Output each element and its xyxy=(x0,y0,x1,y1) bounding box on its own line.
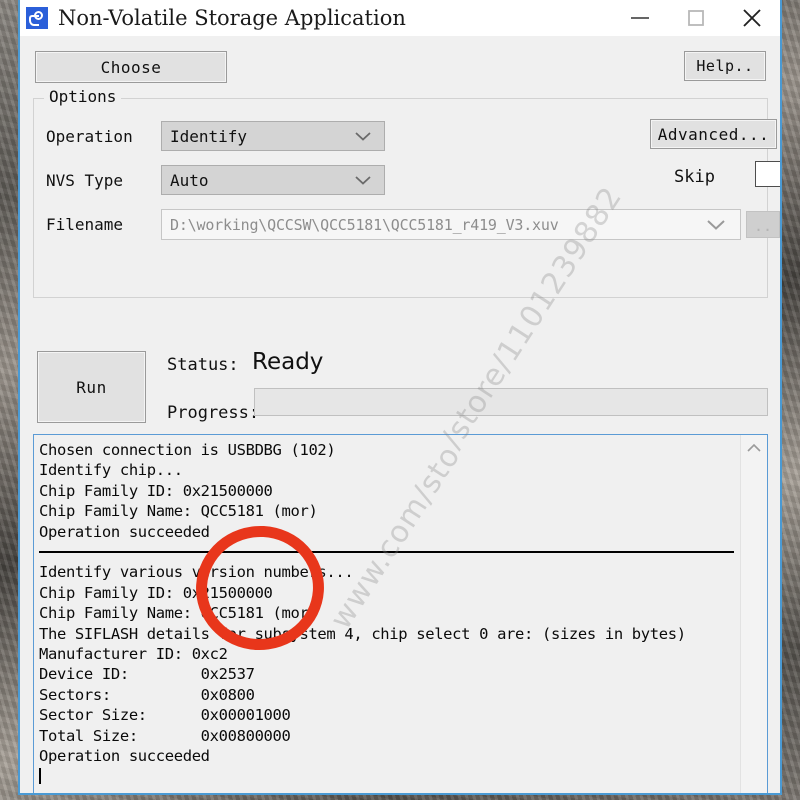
close-icon xyxy=(743,9,761,27)
log-line: Operation succeeded xyxy=(39,747,210,766)
app-icon xyxy=(26,7,48,29)
log-line: Chip Family ID: 0x21500000 xyxy=(39,583,273,602)
maximize-icon xyxy=(688,10,704,26)
log-console[interactable]: Chosen connection is USBDBG (102) Identif… xyxy=(33,434,768,793)
progress-bar xyxy=(254,388,768,416)
text-cursor xyxy=(39,768,41,785)
log-line: Operation succeeded xyxy=(39,522,210,541)
log-separator xyxy=(39,542,740,562)
log-line: Chip Family Name: QCC5181 (mor) xyxy=(39,502,318,521)
chevron-up-icon[interactable] xyxy=(741,437,767,459)
minimize-icon xyxy=(631,17,649,19)
operation-label: Operation xyxy=(46,127,133,146)
log-line: Total Size: 0x00800000 xyxy=(39,726,291,745)
minimize-button[interactable] xyxy=(612,0,668,36)
log-line: Device ID: 0x2537 xyxy=(39,665,255,684)
status-value: Ready xyxy=(252,349,324,375)
skip-checkbox[interactable] xyxy=(755,161,780,187)
log-scrollbar[interactable] xyxy=(740,435,767,793)
skip-label: Skip xyxy=(674,167,715,187)
log-caret-line xyxy=(39,766,740,786)
chevron-down-icon xyxy=(354,130,372,142)
progress-label: Progress: xyxy=(167,403,260,423)
title-bar: Non-Volatile Storage Application xyxy=(20,0,780,36)
chevron-down-icon xyxy=(354,174,372,186)
advanced-button[interactable]: Advanced... xyxy=(650,119,777,149)
filename-combo[interactable]: D:\working\QCCSW\QCC5181\QCC5181_r419_V3… xyxy=(161,209,741,240)
maximize-button[interactable] xyxy=(668,0,724,36)
chevron-down-icon[interactable] xyxy=(741,789,767,793)
operation-select[interactable]: Identify xyxy=(161,121,385,151)
window-controls xyxy=(612,0,780,36)
log-line: Identify chip... xyxy=(39,461,183,480)
log-line: Manufacturer ID: 0xc2 xyxy=(39,645,228,664)
options-group: Options Operation Identify NVS Type Auto xyxy=(33,87,780,298)
browse-button[interactable]: .. xyxy=(746,211,780,238)
operation-value: Identify xyxy=(170,126,248,146)
log-line: Chip Family Name: QCC5181 (mor) xyxy=(39,604,318,623)
client-area: Choose Help.. Options Operation Identify… xyxy=(20,36,780,793)
status-label: Status: xyxy=(167,355,239,375)
log-text: Chosen connection is USBDBG (102) Identif… xyxy=(34,435,740,793)
filename-label: Filename xyxy=(46,215,124,234)
filename-value: D:\working\QCCSW\QCC5181\QCC5181_r419_V3… xyxy=(170,215,559,234)
log-line: Sectors: 0x0800 xyxy=(39,685,255,704)
close-button[interactable] xyxy=(724,0,780,36)
log-line: Sector Size: 0x00001000 xyxy=(39,706,291,725)
run-button[interactable]: Run xyxy=(37,351,146,423)
options-legend: Options xyxy=(44,87,122,106)
log-line: Chip Family ID: 0x21500000 xyxy=(39,481,273,500)
log-line: Chosen connection is USBDBG (102) xyxy=(39,441,336,459)
nvs-type-select[interactable]: Auto xyxy=(161,165,385,195)
application-window: Non-Volatile Storage Application Choose … xyxy=(18,0,782,795)
help-button[interactable]: Help.. xyxy=(684,51,766,81)
choose-button[interactable]: Choose xyxy=(35,51,227,83)
nvs-type-label: NVS Type xyxy=(46,171,124,190)
chevron-down-icon[interactable] xyxy=(706,218,726,231)
log-line: The SIFLASH details for subsystem 4, chi… xyxy=(39,624,686,643)
window-title: Non-Volatile Storage Application xyxy=(58,6,406,30)
toolbar: Choose Help.. xyxy=(20,51,780,83)
log-line: Identify various version numbers... xyxy=(39,563,354,582)
nvs-type-value: Auto xyxy=(170,170,209,190)
